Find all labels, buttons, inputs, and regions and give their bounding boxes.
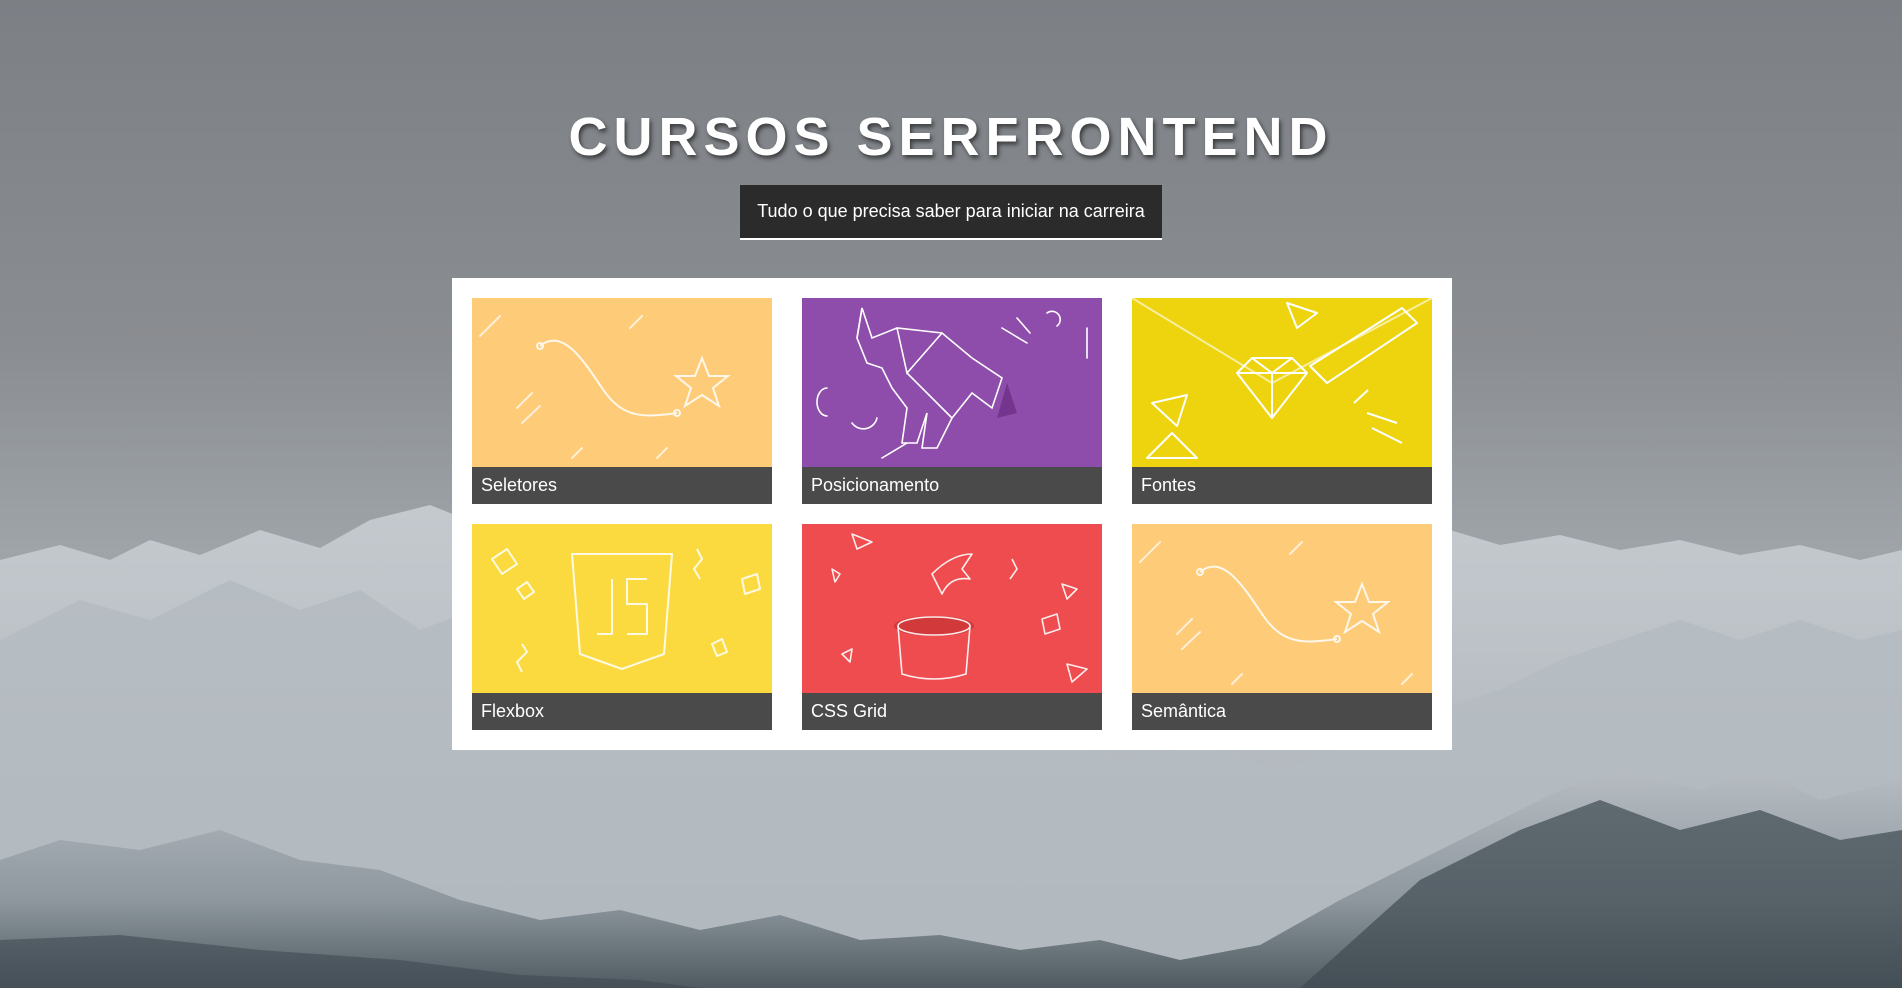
course-card-label: Fontes	[1132, 467, 1432, 504]
page-title: CURSOS SERFRONTEND	[568, 107, 1334, 167]
magic-hat-illustration	[802, 524, 1102, 693]
course-card-label: Seletores	[472, 467, 772, 504]
course-card-label: Semântica	[1132, 693, 1432, 730]
star-path-illustration	[472, 298, 772, 467]
course-card-seletores[interactable]: Seletores	[472, 298, 772, 504]
course-card-label: CSS Grid	[802, 693, 1102, 730]
course-card-css-grid[interactable]: CSS Grid	[802, 524, 1102, 730]
course-card-semantica[interactable]: Semântica	[1132, 524, 1432, 730]
course-card-posicionamento[interactable]: Posicionamento	[802, 298, 1102, 504]
courses-panel: Seletores Posicionamento Fontes Flexbox …	[452, 278, 1452, 750]
star-path-illustration	[1132, 524, 1432, 693]
course-card-fontes[interactable]: Fontes	[1132, 298, 1432, 504]
page-subtitle: Tudo o que precisa saber para iniciar na…	[740, 185, 1162, 240]
course-card-label: Flexbox	[472, 693, 772, 730]
course-card-flexbox[interactable]: Flexbox	[472, 524, 772, 730]
course-card-label: Posicionamento	[802, 467, 1102, 504]
js-shield-illustration	[472, 524, 772, 693]
origami-elephant-illustration	[802, 298, 1102, 467]
diamond-pencil-illustration	[1132, 298, 1432, 467]
